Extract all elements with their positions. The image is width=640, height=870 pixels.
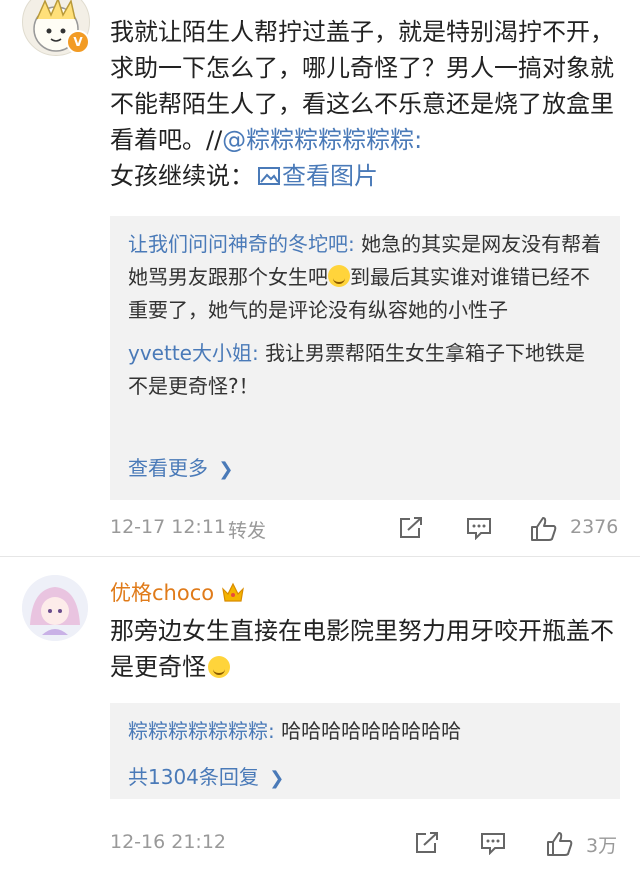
reply-username[interactable]: yvette大小姐: xyxy=(128,341,259,365)
thumbs-up-icon xyxy=(547,832,573,856)
mention-link[interactable]: @粽粽粽粽粽粽粽: xyxy=(222,126,422,154)
crown-icon xyxy=(221,582,244,602)
comment-time: 12-17 12:11 xyxy=(110,516,227,538)
view-replies-label: 共1304条回复 xyxy=(128,765,259,789)
comment-meta: 12-16 21:12 3万 xyxy=(110,823,620,863)
comment-time: 12-16 21:12 xyxy=(110,831,227,853)
avatar[interactable] xyxy=(22,575,88,641)
verified-badge-icon: V xyxy=(66,30,90,54)
reply-box: 让我们问问神奇的冬坨吧: 她急的其实是网友没有帮着她骂男友跟那个女生吧 到最后其实… xyxy=(110,216,620,500)
comment-text: 那旁边女生直接在电影院里努力用牙咬开瓶盖不是更奇怪 xyxy=(110,613,620,685)
comment-text: 我就让陌生人帮拧过盖子，就是特别渴拧不开，求助一下怎么了，哪儿奇怪了？男人一搞对… xyxy=(110,14,620,194)
comment-2: 优格choco 那旁边女生直接在电影院里努力用牙咬开瓶盖不是更奇怪 粽粽粽粽粽粽… xyxy=(0,557,640,870)
smirk-emoji-icon xyxy=(208,656,230,678)
like-count: 3万 xyxy=(586,835,618,857)
reply-item: 让我们问问神奇的冬坨吧: 她急的其实是网友没有帮着她骂男友跟那个女生吧 到最后其实… xyxy=(110,216,620,327)
comment-text-part2: 女孩继续说： xyxy=(110,162,254,190)
reply-username[interactable]: 让我们问问神奇的冬坨吧: xyxy=(128,232,355,256)
share-icon xyxy=(416,832,438,853)
view-more-label: 查看更多 xyxy=(128,456,208,480)
view-image-link[interactable]: 查看图片 xyxy=(254,162,378,190)
like-button[interactable] xyxy=(546,831,574,862)
like-button[interactable] xyxy=(530,516,558,547)
like-count: 2376 xyxy=(570,516,619,538)
reply-box: 粽粽粽粽粽粽粽: 哈哈哈哈哈哈哈哈哈 共1304条回复 ❯ xyxy=(110,703,620,799)
laugh-emoji-icon xyxy=(328,265,350,287)
forward-button[interactable]: 转发 xyxy=(228,516,266,543)
thumbs-up-icon xyxy=(531,517,557,541)
share-button[interactable] xyxy=(398,516,424,545)
username: 优格choco xyxy=(110,581,215,605)
view-more-link[interactable]: 查看更多 ❯ xyxy=(110,452,251,481)
chevron-right-icon: ❯ xyxy=(218,459,234,480)
reply-text: 哈哈哈哈哈哈哈哈哈 xyxy=(281,719,462,743)
comment-icon xyxy=(467,518,491,541)
image-icon xyxy=(258,167,280,185)
view-replies-link[interactable]: 共1304条回复 ❯ xyxy=(110,761,302,790)
comment-button[interactable] xyxy=(480,831,506,860)
avatar-illustration-icon xyxy=(22,575,88,641)
chevron-right-icon: ❯ xyxy=(269,768,285,789)
reply-item: 粽粽粽粽粽粽粽: 哈哈哈哈哈哈哈哈哈 xyxy=(110,703,620,748)
comment-1: V 我就让陌生人帮拧过盖子，就是特别渴拧不开，求助一下怎么了，哪儿奇怪了？男人一… xyxy=(0,0,640,555)
comment-meta: 12-17 12:11 转发 2376 xyxy=(110,508,620,548)
comment-text-content: 那旁边女生直接在电影院里努力用牙咬开瓶盖不是更奇怪 xyxy=(110,617,614,681)
username-row[interactable]: 优格choco xyxy=(110,577,245,607)
share-button[interactable] xyxy=(414,831,440,860)
share-icon xyxy=(400,517,422,538)
comment-button[interactable] xyxy=(466,516,492,545)
view-image-label: 查看图片 xyxy=(282,162,378,190)
reply-item: yvette大小姐: 我让男票帮陌生女生拿箱子下地铁是不是更奇怪?！ xyxy=(110,327,620,403)
reply-username[interactable]: 粽粽粽粽粽粽粽: xyxy=(128,719,275,743)
comment-icon xyxy=(481,833,505,856)
